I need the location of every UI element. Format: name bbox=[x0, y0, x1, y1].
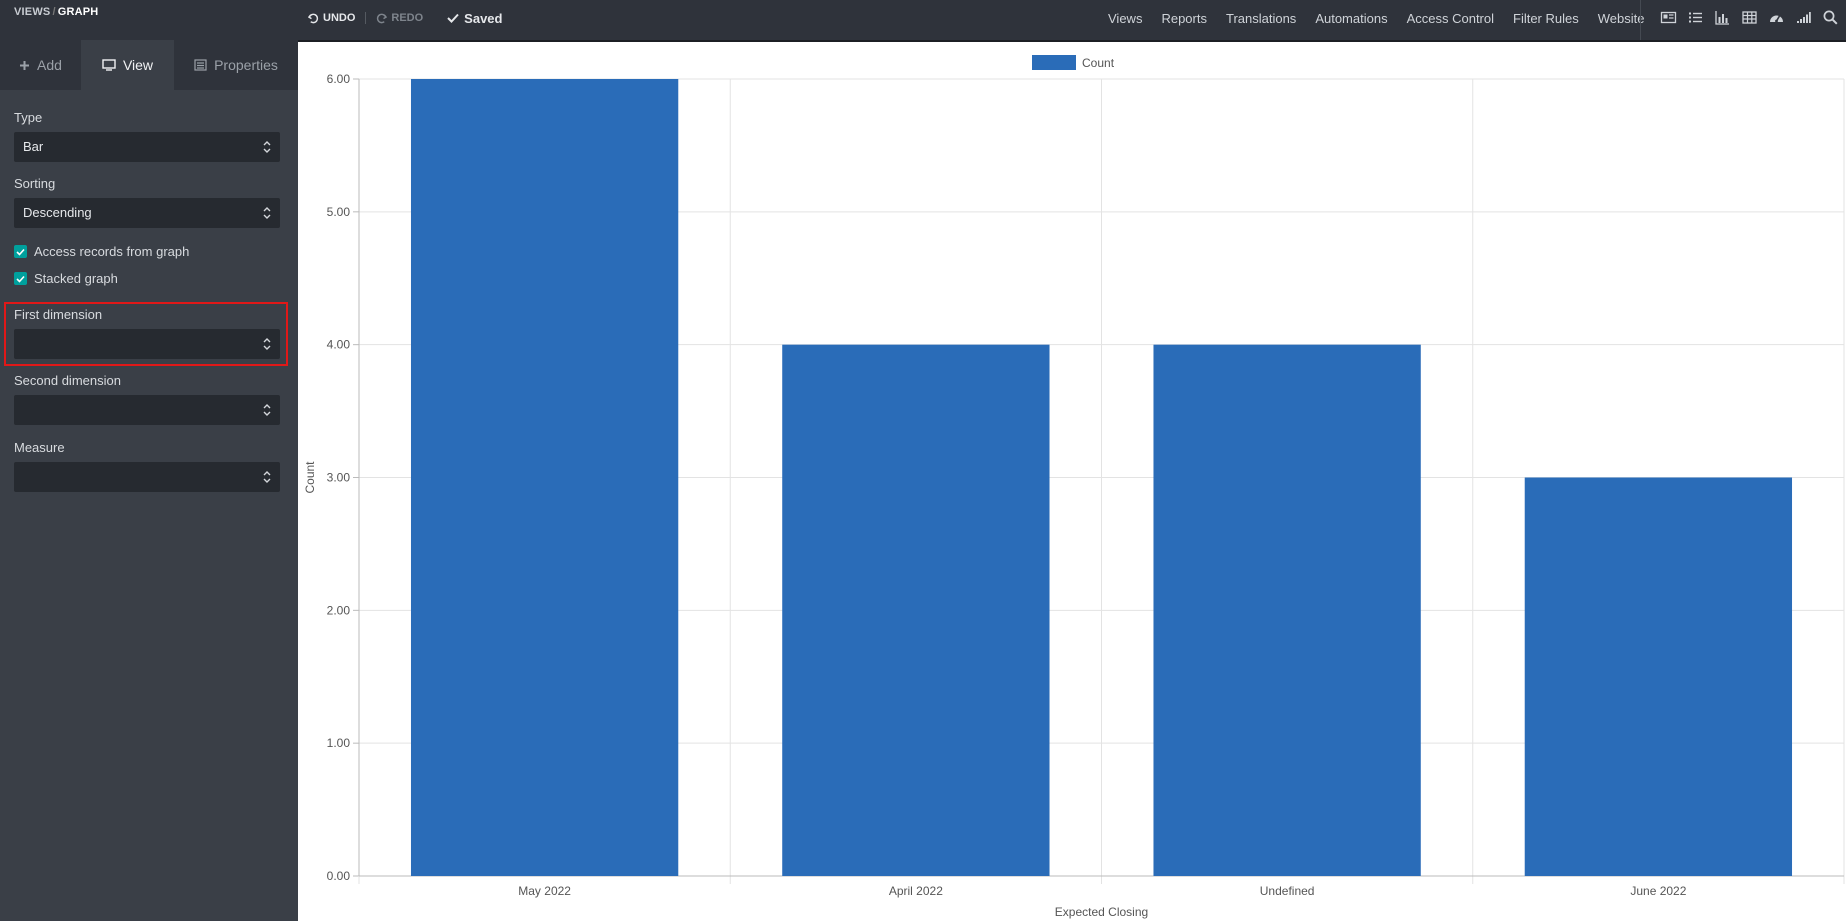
legend-label: Count bbox=[1082, 56, 1115, 70]
menu-reports[interactable]: Reports bbox=[1161, 11, 1207, 26]
dashboard-view-icon[interactable] bbox=[1768, 9, 1785, 26]
saved-label: Saved bbox=[464, 10, 503, 26]
redo-button[interactable]: REDO bbox=[365, 12, 433, 24]
stacked-graph-label: Stacked graph bbox=[34, 271, 118, 286]
first-dimension-field: First dimension bbox=[14, 307, 280, 359]
y-tick-label: 0.00 bbox=[327, 869, 351, 883]
chevron-updown-icon bbox=[263, 471, 271, 483]
y-axis-label: Count bbox=[303, 461, 317, 494]
top-menu: Views Reports Translations Automations A… bbox=[1108, 0, 1663, 36]
menu-views[interactable]: Views bbox=[1108, 11, 1142, 26]
tab-properties[interactable]: Properties bbox=[174, 40, 298, 90]
stacked-graph-checkbox[interactable]: Stacked graph bbox=[14, 271, 118, 286]
cohort-view-icon[interactable] bbox=[1795, 9, 1812, 26]
type-field: Type Bar bbox=[14, 110, 280, 162]
measure-field: Measure bbox=[14, 440, 280, 492]
x-tick-label: April 2022 bbox=[889, 884, 943, 898]
sidebar-tabs: Add View Properties bbox=[0, 40, 298, 90]
menu-website[interactable]: Website bbox=[1598, 11, 1645, 26]
sorting-label: Sorting bbox=[14, 176, 56, 191]
y-tick-label: 5.00 bbox=[327, 205, 351, 219]
access-records-label: Access records from graph bbox=[34, 244, 190, 259]
bar[interactable] bbox=[410, 79, 679, 876]
redo-icon bbox=[377, 13, 388, 23]
check-icon bbox=[447, 13, 459, 23]
breadcrumb-views[interactable]: VIEWS bbox=[14, 6, 50, 18]
menu-translations[interactable]: Translations bbox=[1226, 11, 1296, 26]
access-records-checkbox[interactable]: Access records from graph bbox=[14, 244, 189, 259]
chevron-updown-icon bbox=[263, 338, 271, 350]
x-tick-label: June 2022 bbox=[1630, 884, 1686, 898]
chevron-updown-icon bbox=[263, 404, 271, 416]
x-axis-label: Expected Closing bbox=[1055, 905, 1148, 919]
saved-status: Saved bbox=[447, 11, 502, 26]
measure-label: Measure bbox=[14, 440, 65, 455]
menu-filter-rules[interactable]: Filter Rules bbox=[1513, 11, 1579, 26]
sorting-field: Sorting Descending bbox=[14, 176, 280, 228]
history-controls: UNDO REDO Saved bbox=[308, 9, 502, 27]
second-dimension-select[interactable] bbox=[14, 395, 280, 425]
legend-swatch bbox=[1032, 55, 1076, 70]
form-view-icon[interactable] bbox=[1660, 9, 1677, 26]
type-select[interactable]: Bar bbox=[14, 132, 280, 162]
tab-add[interactable]: Add bbox=[0, 40, 81, 90]
bar[interactable] bbox=[1524, 477, 1793, 877]
undo-icon bbox=[308, 13, 319, 23]
bar[interactable] bbox=[782, 344, 1050, 877]
pivot-view-icon[interactable] bbox=[1741, 9, 1758, 26]
undo-button[interactable]: UNDO bbox=[308, 12, 365, 24]
checkbox-checked-icon bbox=[14, 272, 27, 285]
monitor-icon bbox=[102, 59, 116, 71]
menu-access-control[interactable]: Access Control bbox=[1407, 11, 1494, 26]
undo-label: UNDO bbox=[323, 12, 356, 24]
type-value: Bar bbox=[23, 139, 44, 154]
breadcrumb: VIEWS / GRAPH bbox=[14, 6, 98, 18]
breadcrumb-separator: / bbox=[52, 6, 56, 18]
chevron-updown-icon bbox=[263, 141, 271, 153]
y-tick-label: 2.00 bbox=[327, 603, 351, 617]
y-tick-label: 3.00 bbox=[327, 471, 351, 485]
list-view-icon[interactable] bbox=[1687, 9, 1704, 26]
tab-properties-label: Properties bbox=[214, 57, 278, 73]
list-icon bbox=[194, 59, 207, 71]
measure-select[interactable] bbox=[14, 462, 280, 492]
y-tick-label: 6.00 bbox=[327, 72, 351, 86]
graph-area: 0.00 1.00 2.00 3.00 4.00 5.00 6.00 May 2022 Apri… bbox=[298, 42, 1846, 921]
first-dimension-select[interactable] bbox=[14, 329, 280, 359]
plus-icon bbox=[20, 60, 30, 70]
tab-add-label: Add bbox=[37, 57, 62, 73]
sorting-select[interactable]: Descending bbox=[14, 198, 280, 228]
top-bar-divider bbox=[1640, 0, 1641, 40]
y-tick-label: 4.00 bbox=[327, 338, 351, 352]
sorting-value: Descending bbox=[23, 205, 92, 220]
tab-view-label: View bbox=[122, 57, 154, 73]
type-label: Type bbox=[14, 110, 43, 125]
y-tick-label: 1.00 bbox=[327, 736, 351, 750]
x-tick-label: May 2022 bbox=[518, 884, 571, 898]
bar-chart: 0.00 1.00 2.00 3.00 4.00 5.00 6.00 May 2022 Apri… bbox=[303, 55, 1845, 919]
redo-label: REDO bbox=[391, 12, 424, 24]
first-dimension-label: First dimension bbox=[14, 307, 103, 322]
checkbox-checked-icon bbox=[14, 245, 27, 258]
graph-view-icon[interactable] bbox=[1714, 9, 1731, 26]
x-tick-label: Undefined bbox=[1260, 884, 1315, 898]
search-icon[interactable] bbox=[1822, 9, 1839, 26]
tab-view[interactable]: View bbox=[81, 40, 174, 90]
breadcrumb-graph: GRAPH bbox=[57, 6, 99, 18]
second-dimension-label: Second dimension bbox=[14, 373, 121, 388]
chevron-updown-icon bbox=[263, 207, 271, 219]
second-dimension-field: Second dimension bbox=[14, 373, 280, 425]
bar[interactable] bbox=[1153, 344, 1421, 877]
view-switcher bbox=[1660, 9, 1839, 26]
menu-automations[interactable]: Automations bbox=[1315, 11, 1387, 26]
sidebar: Add View Properties Type Bar Sorting Des… bbox=[0, 40, 298, 921]
top-bar: VIEWS / GRAPH UNDO REDO Saved Views Report… bbox=[0, 0, 1846, 42]
